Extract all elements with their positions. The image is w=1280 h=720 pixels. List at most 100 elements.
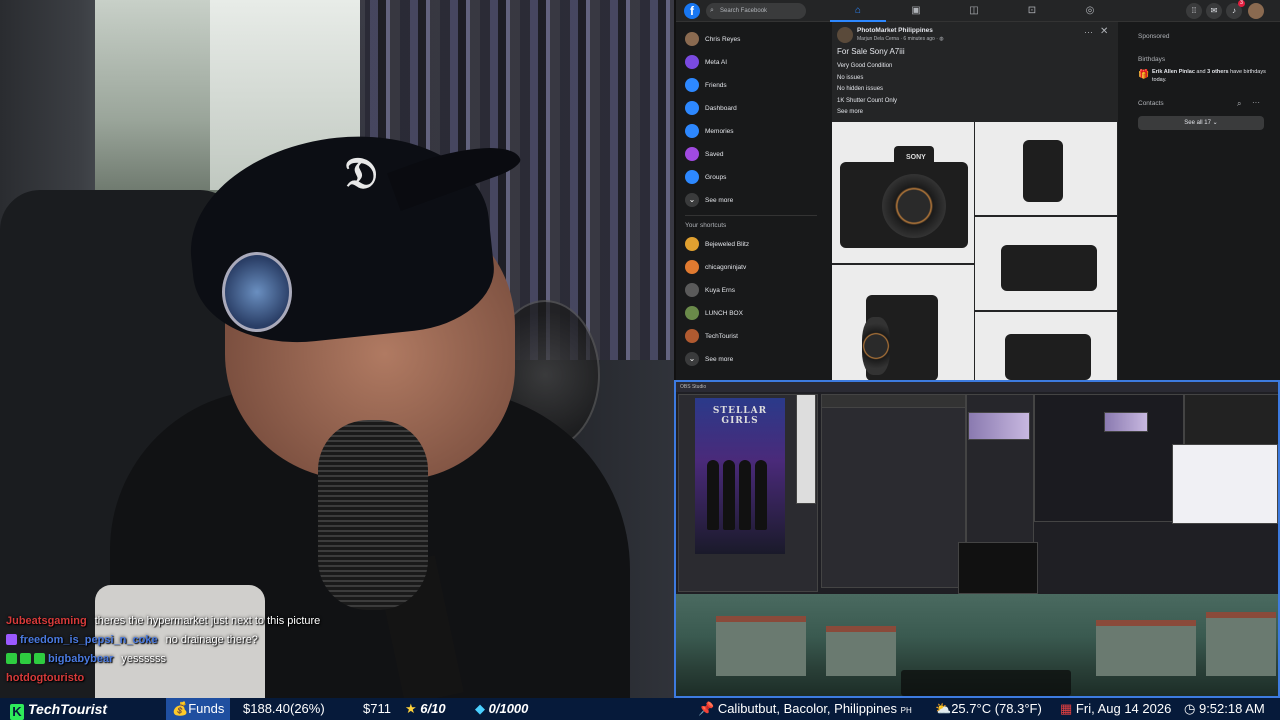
home-icon[interactable]: ⌂ — [830, 0, 886, 22]
sidebar-item[interactable]: Bejeweled Blitz — [676, 233, 826, 256]
gaming-icon[interactable]: ◎ — [1062, 0, 1118, 22]
capture-titlebar: OBS Studio — [676, 382, 1278, 392]
sidebar-item[interactable]: LUNCH BOX — [676, 302, 826, 325]
birthday-notice[interactable]: 🎁 Erik Allen Pinlac and 3 others have bi… — [1138, 68, 1268, 84]
see-all-contacts-button[interactable]: See all 17 ⌄ — [1138, 116, 1264, 130]
chevron-down-icon: ⌄ — [1212, 120, 1218, 126]
chat-message: bigbabybear yessssss — [6, 650, 506, 669]
channel-name: K TechTourist — [10, 698, 107, 720]
sidebar-item-label: Meta AI — [705, 59, 728, 66]
game-hud — [901, 670, 1071, 696]
chat-badge-icon — [6, 653, 17, 664]
facebook-logo-icon[interactable]: f — [684, 3, 700, 19]
tiktok-video[interactable]: STELLAR GIRLS — [695, 398, 785, 554]
star-icon: ★ — [405, 701, 417, 716]
meta-ai-icon — [685, 55, 699, 69]
close-icon[interactable]: ✕ — [1100, 26, 1108, 37]
sidebar-item-label: chicagoninjatv — [705, 264, 747, 271]
search-icon[interactable]: ⌕ — [1237, 99, 1241, 109]
menu-grid-icon[interactable]: ⁞⁞ — [1186, 3, 1202, 19]
post-photo[interactable] — [975, 122, 1117, 215]
post-photo[interactable] — [832, 265, 974, 380]
groups-icon — [685, 170, 699, 184]
chat-username[interactable]: freedom_is_pepsi_n_coke — [20, 634, 158, 646]
sidebar-item[interactable]: Groups — [676, 166, 826, 189]
sidebar-item[interactable]: ⌄ See more — [676, 348, 826, 371]
video-title: STELLAR GIRLS — [712, 406, 768, 426]
sidebar-item[interactable]: Meta AI — [676, 51, 826, 74]
side-panel — [796, 394, 816, 504]
sidebar-item[interactable]: Dashboard — [676, 97, 826, 120]
chevron-down-icon: ⌄ — [685, 352, 699, 366]
globe-icon: ◍ — [939, 36, 944, 42]
sidebar-item[interactable]: Friends — [676, 74, 826, 97]
search-input[interactable]: ⌕ Search Facebook — [706, 3, 806, 19]
sidebar-item-label: See more — [705, 197, 734, 204]
messenger-icon[interactable]: ✉ — [1206, 3, 1222, 19]
post-photo[interactable] — [975, 312, 1117, 380]
date: ▦ Fri, Aug 14 2026 — [1060, 701, 1172, 716]
sidebar-item-label: LUNCH BOX — [705, 310, 743, 317]
post-group-name[interactable]: PhotoMarket Philippines — [857, 27, 933, 34]
webcam-feed: 𝔇 Jubeatsgaming theres the hypermarket ju… — [0, 0, 674, 698]
chat-username[interactable]: Jubeatsgaming — [6, 615, 87, 627]
chat-window[interactable] — [821, 394, 966, 588]
location: 📌 Calibutbut, Bacolor, Philippines PH — [698, 701, 912, 716]
weather: ⛅25.7°C (78.3°F) — [935, 701, 1042, 716]
post-title: For Sale Sony A7iii — [837, 47, 905, 56]
performer — [739, 460, 751, 530]
sidebar-item[interactable]: Kuya Erns — [676, 279, 826, 302]
c-icon — [685, 260, 699, 274]
camera-body — [1001, 245, 1097, 291]
post-photo[interactable] — [975, 217, 1117, 310]
chat-overlay: Jubeatsgaming theres the hypermarket just… — [6, 612, 506, 688]
performer — [707, 460, 719, 530]
post-meta: Marjun Dela Cerna · 6 minutes ago · ◍ — [857, 36, 944, 42]
chat-message: hotdogtouristo — [6, 669, 506, 688]
techtourist-icon — [685, 329, 699, 343]
video-icon[interactable]: ▣ — [888, 0, 944, 22]
chat-badge-icon — [20, 653, 31, 664]
left-sidebar: Chris Reyes Meta AI Friends Dashboard Memori… — [676, 28, 826, 371]
clock: ◷ 9:52:18 AM — [1184, 701, 1265, 716]
dropdown-menu[interactable] — [958, 542, 1038, 594]
gems-counter: ◆ 0/1000 — [475, 701, 529, 716]
chat-badge-icon — [34, 653, 45, 664]
camera-brand: SONY — [906, 154, 926, 161]
chat-username[interactable]: bigbabybear — [48, 653, 113, 665]
see-more-link[interactable]: See more — [837, 109, 863, 115]
amount-value: $711 — [363, 701, 391, 716]
chat-badge-icon — [6, 634, 17, 645]
lunchbox-icon — [685, 306, 699, 320]
diamond-icon: ◆ — [475, 701, 485, 716]
sidebar-item[interactable]: TechTourist — [676, 325, 826, 348]
dialog-window[interactable] — [1172, 444, 1278, 524]
game-building — [716, 616, 806, 676]
sidebar-item[interactable]: Saved — [676, 143, 826, 166]
sidebar-item-label: Bejeweled Blitz — [705, 241, 750, 248]
microphone — [318, 420, 428, 610]
cloud-sun-icon: ⛅ — [935, 701, 952, 716]
store-icon[interactable]: ⊡ — [1004, 0, 1060, 22]
sidebar-item[interactable]: Memories — [676, 120, 826, 143]
gift-icon: 🎁 — [1138, 69, 1150, 79]
marketplace-post: PhotoMarket Philippines Marjun Dela Cern… — [832, 22, 1118, 380]
sidebar-item[interactable]: chicagoninjatv — [676, 256, 826, 279]
stars-counter: ★ 6/10 — [405, 701, 446, 716]
profile-avatar[interactable] — [1248, 3, 1264, 19]
more-options-icon[interactable]: ··· — [1252, 98, 1260, 107]
more-options-icon[interactable]: ··· — [1084, 27, 1093, 37]
sidebar-item[interactable]: Chris Reyes — [676, 28, 826, 51]
sidebar-item[interactable]: ⌄ See more — [676, 189, 826, 212]
memories-icon — [685, 124, 699, 138]
sidebar-item-label: Memories — [705, 128, 734, 135]
chat-username[interactable]: hotdogtouristo — [6, 672, 84, 684]
funds-label: 💰Funds — [166, 698, 231, 720]
post-line: No hidden issues — [837, 86, 884, 92]
marketplace-icon[interactable]: ◫ — [946, 0, 1002, 22]
chat-text: yessssss — [121, 653, 167, 665]
facebook-topbar: f ⌕ Search Facebook ⌂ ▣ ◫ ⊡ ◎ ⁞⁞ ✉ ♪ 3 — [676, 0, 1280, 22]
group-avatar[interactable] — [837, 27, 853, 43]
post-photo[interactable]: SONY — [832, 122, 974, 263]
game-building — [1096, 620, 1196, 676]
